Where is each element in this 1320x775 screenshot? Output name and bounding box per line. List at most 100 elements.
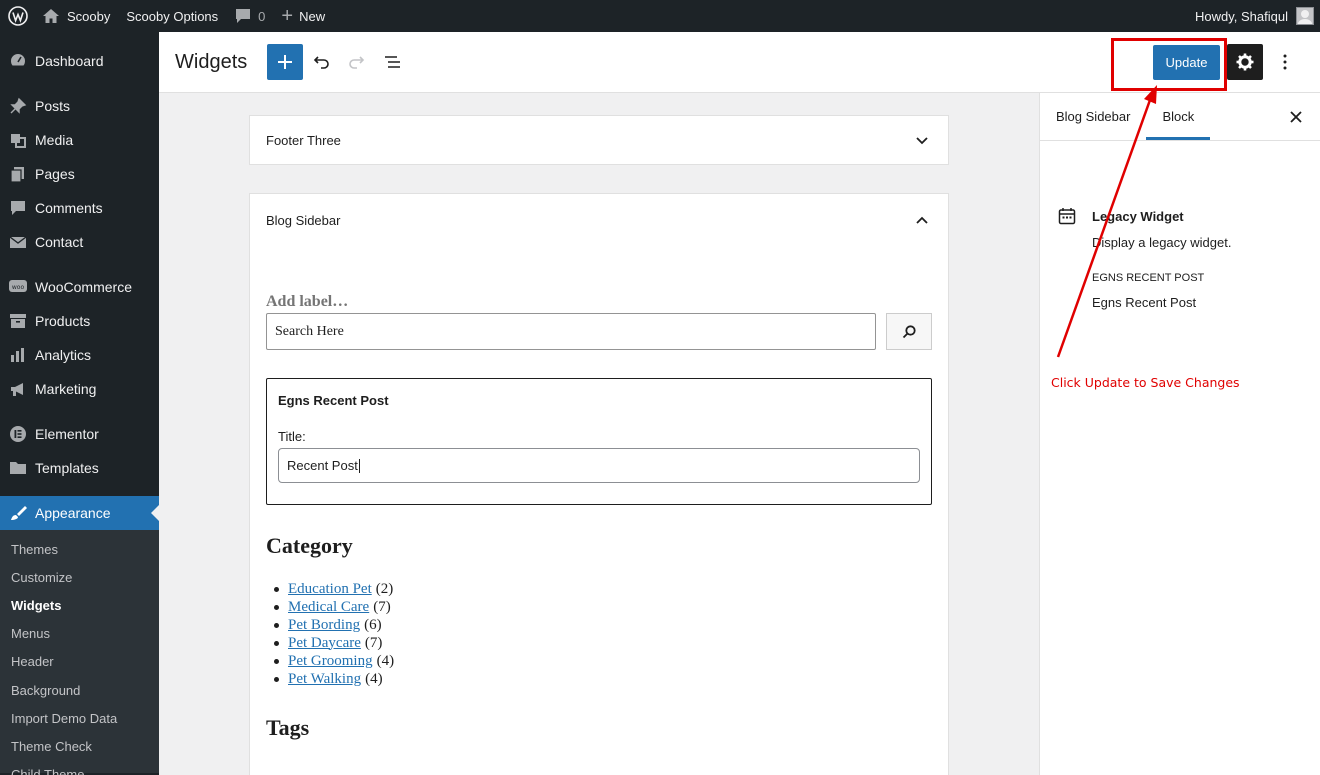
add-block-button[interactable] <box>267 44 304 80</box>
category-count: (6) <box>364 616 382 633</box>
sidebar-item-label: Posts <box>35 98 71 114</box>
home-icon <box>43 9 59 23</box>
title-field-value: Recent Post <box>287 458 358 473</box>
sidebar-item-posts[interactable]: Posts <box>0 89 159 123</box>
list-view-button[interactable] <box>375 44 411 80</box>
comment-icon <box>8 198 28 218</box>
undo-button[interactable] <box>303 44 339 80</box>
folder-icon <box>8 458 28 478</box>
sidebar-item-products[interactable]: Products <box>0 304 159 338</box>
submenu-item-theme-check[interactable]: Theme Check <box>0 732 159 760</box>
new-content-link[interactable]: + New <box>273 0 333 32</box>
title-field-label: Title: <box>278 429 306 444</box>
submenu-item-child-theme[interactable]: Child Theme <box>0 761 159 775</box>
category-count: (4) <box>365 670 383 687</box>
sidebar-item-label: Contact <box>35 234 84 250</box>
sidebar-item-elementor[interactable]: Elementor <box>0 417 159 451</box>
archive-icon <box>8 311 28 331</box>
list-item: Education Pet (2) <box>266 580 394 598</box>
sidebar-item-label: Appearance <box>35 505 111 521</box>
sidebar-item-pages[interactable]: Pages <box>0 157 159 191</box>
scooby-options-label: Scooby Options <box>126 8 219 24</box>
sidebar-item-comments[interactable]: Comments <box>0 191 159 225</box>
list-item: Pet Walking (4) <box>266 670 394 688</box>
submenu-item-themes[interactable]: Themes <box>0 535 159 563</box>
list-view-icon <box>385 56 401 68</box>
list-item: Medical Care (7) <box>266 598 394 616</box>
category-link[interactable]: Pet Grooming <box>288 653 373 670</box>
chevron-up-icon[interactable] <box>912 210 932 230</box>
search-icon <box>902 324 916 338</box>
more-options-button[interactable] <box>1269 44 1301 80</box>
submenu-item-menus[interactable]: Menus <box>0 620 159 648</box>
sidebar-item-label: Analytics <box>35 347 92 363</box>
list-item: Pet Grooming (4) <box>266 652 394 670</box>
widget-area-footer-three[interactable]: Footer Three <box>249 115 949 165</box>
legacy-widget-form[interactable]: Egns Recent Post Title: Recent Post <box>266 378 932 505</box>
redo-button[interactable] <box>339 44 375 80</box>
submenu-item-import-demo-data[interactable]: Import Demo Data <box>0 704 159 732</box>
sidebar-item-appearance[interactable]: Appearance <box>0 496 159 530</box>
close-icon[interactable] <box>1286 107 1306 127</box>
category-count: (2) <box>375 580 394 597</box>
category-link[interactable]: Pet Daycare <box>288 635 361 652</box>
title-field[interactable]: Recent Post <box>278 448 920 483</box>
bar-chart-icon <box>8 345 28 365</box>
admin-sidebar: Dashboard Posts Media Pages Comments Con… <box>0 32 159 775</box>
category-heading: Category <box>266 533 353 558</box>
submenu-item-header[interactable]: Header <box>0 648 159 676</box>
tags-heading: Tags <box>266 715 310 740</box>
tab-block[interactable]: Block <box>1146 93 1210 140</box>
redo-icon <box>349 56 365 69</box>
sidebar-item-label: WooCommerce <box>35 279 132 295</box>
sidebar-item-analytics[interactable]: Analytics <box>0 338 159 372</box>
site-name-link[interactable]: Scooby <box>34 0 118 32</box>
widget-area-title: Footer Three <box>266 133 341 148</box>
category-link[interactable]: Education Pet <box>288 581 372 598</box>
category-link[interactable]: Pet Bording <box>288 617 360 634</box>
gear-icon <box>1236 53 1254 71</box>
block-inspector: Blog Sidebar Block Legacy Widget Display… <box>1039 93 1320 775</box>
search-button[interactable] <box>886 313 932 350</box>
tab-blog-sidebar[interactable]: Blog Sidebar <box>1040 93 1146 140</box>
category-link[interactable]: Medical Care <box>288 599 369 616</box>
submenu-item-widgets[interactable]: Widgets <box>0 591 159 619</box>
widget-area-blog-sidebar[interactable]: Blog Sidebar Add label… Search Here Egns… <box>249 193 949 775</box>
wordpress-logo-icon[interactable] <box>2 0 34 32</box>
widget-area-title: Blog Sidebar <box>266 212 341 228</box>
list-item: Pet Bording (6) <box>266 616 394 634</box>
search-input[interactable]: Search Here <box>266 313 876 350</box>
submenu-item-customize[interactable]: Customize <box>0 563 159 591</box>
sidebar-item-woocommerce[interactable]: woo WooCommerce <box>0 270 159 304</box>
sidebar-item-contact[interactable]: Contact <box>0 225 159 259</box>
sidebar-item-label: Elementor <box>35 426 99 442</box>
comments-count: 0 <box>258 8 266 24</box>
sidebar-item-dashboard[interactable]: Dashboard <box>0 44 159 78</box>
plus-icon <box>278 55 293 69</box>
widgets-canvas: Footer Three Blog Sidebar Add label… Sea… <box>159 93 1039 775</box>
comments-link[interactable]: 0 <box>226 0 273 32</box>
submenu-item-background[interactable]: Background <box>0 676 159 704</box>
sidebar-item-media[interactable]: Media <box>0 123 159 157</box>
annotation-text: Click Update to Save Changes <box>1051 375 1240 390</box>
my-account-link[interactable]: Howdy, Shafiqul <box>1187 0 1320 32</box>
category-link[interactable]: Pet Walking <box>288 671 361 688</box>
more-vertical-icon <box>1283 54 1287 70</box>
avatar <box>1296 7 1314 25</box>
brush-icon <box>8 503 28 523</box>
sidebar-item-templates[interactable]: Templates <box>0 451 159 485</box>
category-list: Education Pet (2) Medical Care (7) Pet Bor… <box>266 580 394 688</box>
block-card-description: Display a legacy widget. <box>1092 235 1232 250</box>
sidebar-item-label: Dashboard <box>35 53 104 69</box>
megaphone-icon <box>8 379 28 399</box>
list-item: Pet Daycare (7) <box>266 634 394 652</box>
mail-icon <box>8 232 28 252</box>
scooby-options-link[interactable]: Scooby Options <box>118 0 226 32</box>
appearance-submenu: Themes Customize Widgets Menus Header Ba… <box>0 530 159 775</box>
inspector-tabs: Blog Sidebar Block <box>1040 93 1320 141</box>
category-count: (7) <box>364 634 383 651</box>
sidebar-item-marketing[interactable]: Marketing <box>0 372 159 406</box>
settings-button[interactable] <box>1227 44 1263 80</box>
chevron-down-icon[interactable] <box>912 131 932 151</box>
search-block-label[interactable]: Add label… <box>266 293 348 311</box>
